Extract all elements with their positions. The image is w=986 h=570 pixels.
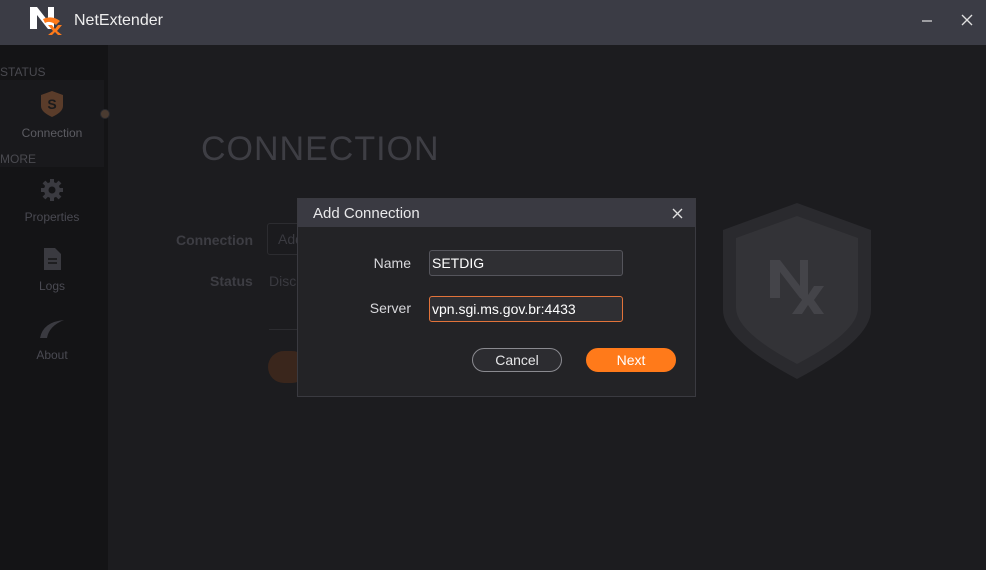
dialog-close-button[interactable] <box>668 204 686 222</box>
close-icon <box>961 14 973 26</box>
swoosh-icon <box>40 320 64 338</box>
name-label: Name <box>373 255 411 271</box>
close-icon <box>672 208 682 218</box>
status-value: Disc <box>269 273 297 289</box>
next-button[interactable]: Next <box>586 348 676 372</box>
sidebar-item-logs[interactable]: Logs <box>0 247 104 293</box>
sidebar-item-about[interactable]: About <box>0 318 104 362</box>
sidebar-item-label: About <box>36 348 68 362</box>
sidebar: STATUS S Connection MORE Properties Logs <box>0 45 108 570</box>
section-status-label: STATUS <box>0 65 46 79</box>
dialog-title: Add Connection <box>313 205 420 222</box>
minimize-icon <box>922 20 932 22</box>
close-window-button[interactable] <box>954 9 980 31</box>
sidebar-item-label: Properties <box>24 210 80 224</box>
document-icon <box>44 248 61 270</box>
gear-icon <box>41 179 63 201</box>
app-title: NetExtender <box>74 12 163 29</box>
sidebar-item-label: Logs <box>38 279 66 293</box>
sidebar-item-properties[interactable]: Properties <box>0 178 104 224</box>
connection-label: Connection <box>176 232 253 248</box>
svg-text:S: S <box>47 96 56 112</box>
name-field[interactable] <box>429 250 623 276</box>
minimize-button[interactable] <box>914 9 940 31</box>
status-label: Status <box>210 273 253 289</box>
dialog-header: Add Connection <box>298 199 695 227</box>
title-bar: NetExtender <box>0 0 986 45</box>
add-connection-dialog: Add Connection Name Server Cancel Next <box>297 198 696 397</box>
shield-s-icon: S <box>41 91 63 117</box>
server-field[interactable] <box>429 296 623 322</box>
page-title: CONNECTION <box>201 130 440 168</box>
sidebar-item-label: Connection <box>21 126 83 140</box>
active-indicator-dot <box>100 109 110 119</box>
shield-logo-icon <box>723 203 871 379</box>
section-more-label: MORE <box>0 152 36 166</box>
cancel-button[interactable]: Cancel <box>472 348 562 372</box>
netextender-logo-icon <box>30 7 62 35</box>
server-label: Server <box>369 300 411 316</box>
